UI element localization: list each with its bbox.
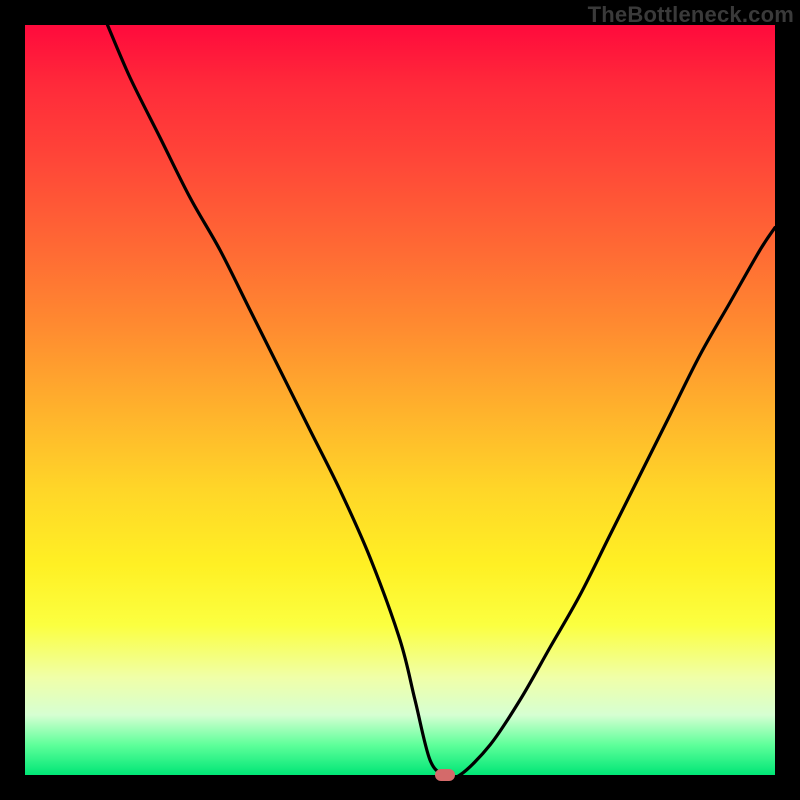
optimal-point-marker (435, 769, 455, 781)
chart-frame: TheBottleneck.com (0, 0, 800, 800)
plot-area (25, 25, 775, 775)
watermark-text: TheBottleneck.com (588, 2, 794, 28)
bottleneck-curve (25, 25, 775, 775)
